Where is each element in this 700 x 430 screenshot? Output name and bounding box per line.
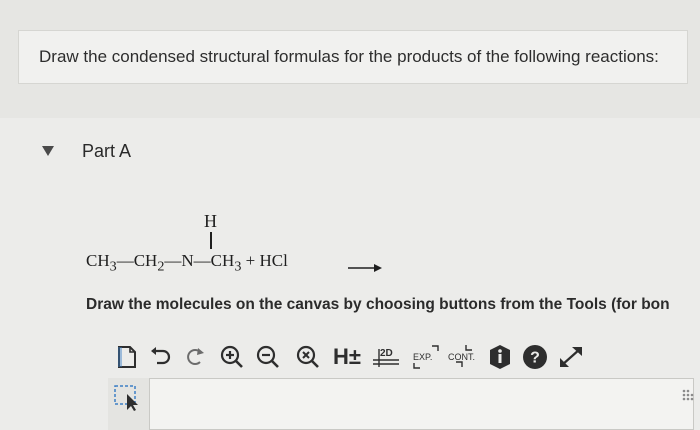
grip-icon[interactable] [681, 388, 695, 402]
zoom-in-icon [220, 345, 243, 368]
fullscreen-button[interactable] [556, 340, 586, 374]
expand-icon: EXP. [413, 345, 439, 369]
svg-text:2D: 2D [380, 348, 393, 359]
eq-ch2: —CH [116, 251, 158, 270]
reaction-arrow-icon [348, 264, 382, 272]
hydrogen-toggle-icon: H± [333, 344, 361, 369]
clean-2d-button[interactable]: 2D [370, 340, 402, 374]
contract-button[interactable]: CONT. [446, 340, 480, 374]
svg-text:CONT.: CONT. [448, 352, 475, 362]
hydrogen-atom: H [204, 211, 217, 231]
part-title[interactable]: Part A [82, 141, 131, 162]
drawing-canvas[interactable] [108, 378, 694, 430]
eq-sub-3a: 3 [109, 258, 117, 275]
2d-clean-icon: 2D [373, 348, 399, 367]
clear-icon [296, 345, 319, 368]
svg-text:EXP.: EXP. [413, 352, 432, 362]
reaction-equation: H CH3—CH2—N—CH3 + HCl [86, 205, 426, 285]
fullscreen-icon [560, 347, 582, 367]
undo-button[interactable] [148, 340, 176, 374]
instruction-text: Draw the molecules on the canvas by choo… [86, 296, 670, 313]
equation-line: CH3—CH2—N—CH3 + HCl [86, 251, 288, 275]
contract-icon: CONT. [448, 345, 475, 367]
zoom-in-button[interactable] [218, 340, 246, 374]
expand-button[interactable]: EXP. [410, 340, 442, 374]
question-text: Draw the condensed structural formulas f… [39, 47, 659, 66]
new-canvas-button[interactable] [112, 340, 142, 374]
eq-ch: CH [86, 251, 110, 270]
svg-text:?: ? [530, 350, 540, 367]
question-box: Draw the condensed structural formulas f… [18, 30, 688, 84]
clear-button[interactable] [294, 340, 322, 374]
zoom-out-button[interactable] [254, 340, 282, 374]
redo-icon [187, 348, 204, 365]
redo-button[interactable] [182, 340, 208, 374]
eq-plus-hcl: + HCl [241, 251, 288, 270]
drawing-toolbar: H± 2D EXP. CONT. ? [108, 340, 700, 376]
eq-nch: —N—CH [164, 251, 235, 270]
help-button[interactable]: ? [520, 340, 550, 374]
help-icon: ? [523, 345, 547, 369]
vertical-bond [210, 232, 212, 249]
info-icon [490, 345, 510, 369]
caret-down-icon[interactable] [42, 146, 54, 156]
info-button[interactable] [486, 340, 514, 374]
hydrogen-toggle-button[interactable]: H± [330, 340, 364, 374]
selection-tool-icon[interactable] [113, 384, 143, 412]
zoom-out-icon [256, 345, 279, 368]
undo-icon [151, 347, 171, 365]
new-canvas-icon [118, 346, 136, 368]
